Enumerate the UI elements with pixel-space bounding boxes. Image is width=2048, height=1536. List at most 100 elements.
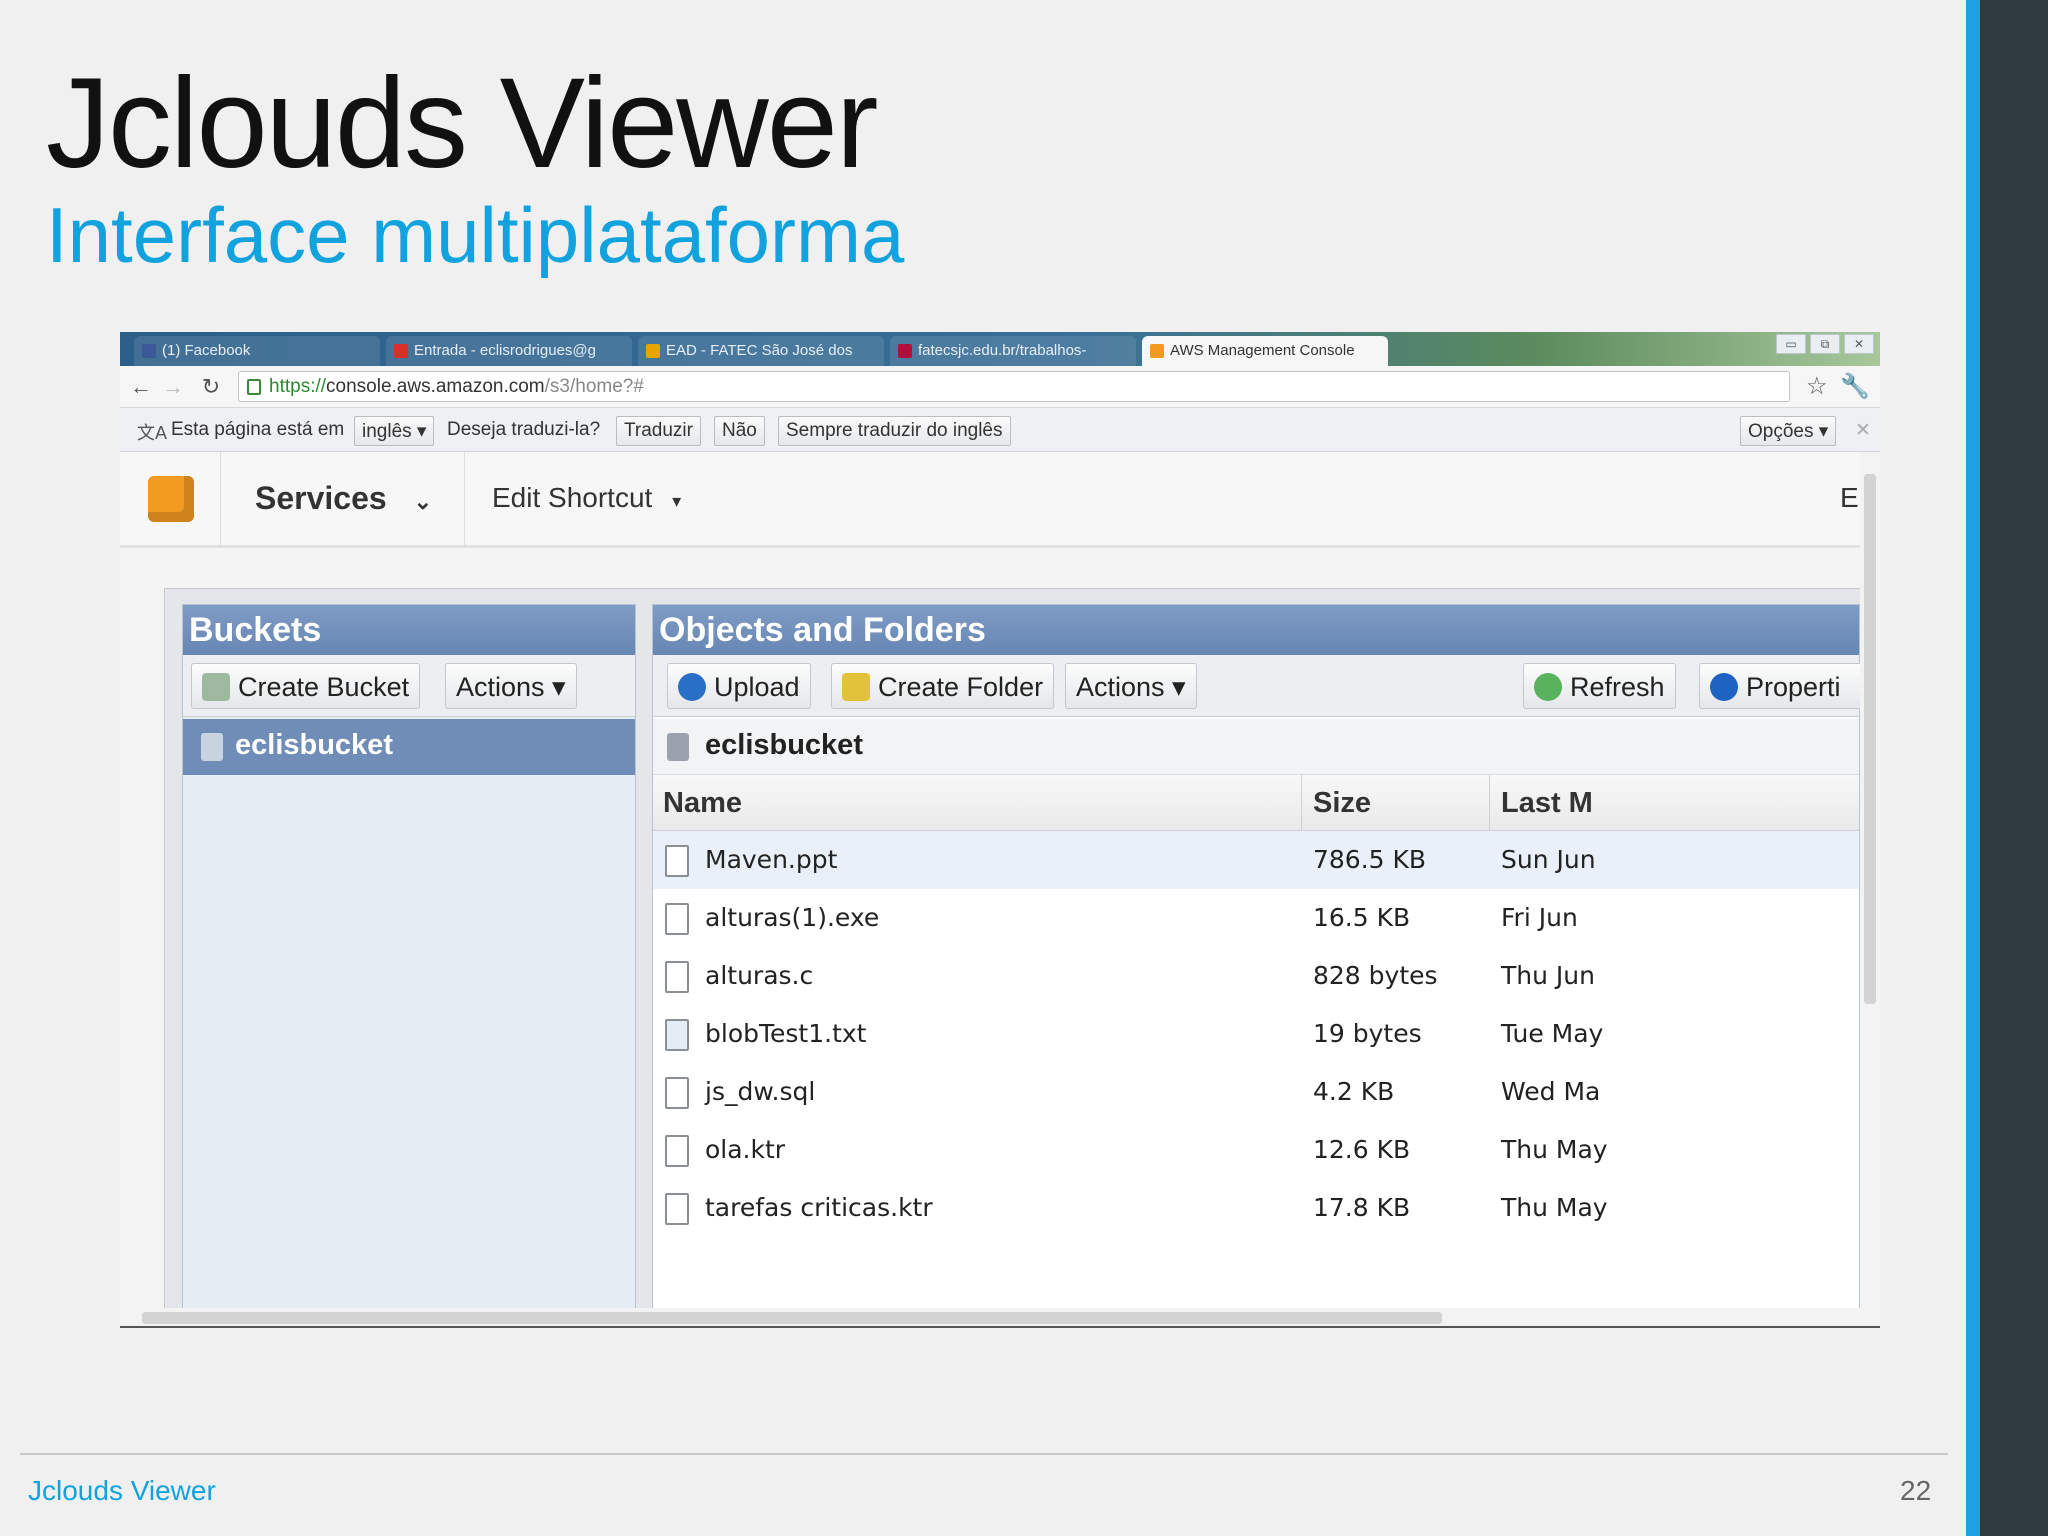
services-label: Services <box>255 480 387 516</box>
translate-button[interactable]: Traduzir <box>616 416 701 446</box>
upload-button[interactable]: Upload <box>667 663 811 709</box>
bucket-item[interactable]: eclisbucket <box>183 719 635 775</box>
tab-label: (1) Facebook <box>162 342 251 359</box>
create-folder-label: Create Folder <box>878 672 1044 702</box>
file-name: Maven.ppt <box>705 845 838 874</box>
horizontal-scrollbar[interactable] <box>120 1308 1880 1326</box>
refresh-icon <box>1534 673 1562 701</box>
tab-aws-console[interactable]: AWS Management Console <box>1142 336 1388 366</box>
create-bucket-icon <box>202 673 230 701</box>
properties-button[interactable]: Properti <box>1699 663 1869 709</box>
slide-subtitle: Interface multiplataforma <box>46 191 905 279</box>
url-host: console.aws.amazon.com <box>326 376 545 397</box>
vertical-scrollbar[interactable] <box>1860 452 1880 1308</box>
file-size: 12.6 KB <box>1313 1135 1411 1164</box>
minimize-icon[interactable]: ▭ <box>1776 334 1806 354</box>
table-row[interactable]: ola.ktr 12.6 KB Thu May <box>653 1121 1859 1179</box>
chevron-down-icon: ⌄ <box>413 489 432 514</box>
star-icon[interactable]: ☆ <box>1806 372 1828 401</box>
aws-header: Services ⌄ Edit Shortcut ▾ E <box>120 452 1860 548</box>
folder-icon <box>842 673 870 701</box>
column-divider <box>1301 775 1302 831</box>
object-actions-button[interactable]: Actions ▾ <box>1065 663 1197 709</box>
gmail-icon <box>394 344 408 358</box>
page-number: 22 <box>1900 1475 1932 1506</box>
column-size[interactable]: Size <box>1313 787 1371 820</box>
create-bucket-label: Create Bucket <box>238 672 410 702</box>
forward-icon[interactable]: → <box>160 374 186 400</box>
file-icon <box>665 845 689 877</box>
bucket-icon <box>201 733 223 761</box>
refresh-button[interactable]: Refresh <box>1523 663 1676 709</box>
language-select[interactable]: inglês ▾ <box>354 416 435 446</box>
file-icon <box>665 903 689 935</box>
aws-icon <box>1150 344 1164 358</box>
info-icon <box>1710 673 1738 701</box>
column-name[interactable]: Name <box>663 787 742 820</box>
text-file-icon <box>665 1019 689 1051</box>
table-row[interactable]: blobTest1.txt 19 bytes Tue May <box>653 1005 1859 1063</box>
fatec-icon <box>898 344 912 358</box>
table-row[interactable]: alturas(1).exe 16.5 KB Fri Jun <box>653 889 1859 947</box>
file-name: alturas(1).exe <box>705 903 880 932</box>
tab-facebook[interactable]: (1) Facebook <box>134 336 380 366</box>
header-divider <box>464 452 465 548</box>
wrench-icon[interactable]: 🔧 <box>1840 372 1870 401</box>
buckets-header: Buckets <box>183 605 635 655</box>
tab-label: fatecsjc.edu.br/trabalhos- <box>918 342 1087 359</box>
table-row[interactable]: alturas.c 828 bytes Thu Jun <box>653 947 1859 1005</box>
options-button[interactable]: Opções ▾ <box>1740 416 1837 446</box>
maximize-icon[interactable]: ⧉ <box>1810 334 1840 354</box>
file-date: Thu May <box>1501 1193 1608 1222</box>
aws-logo-icon[interactable] <box>148 476 194 522</box>
refresh-label: Refresh <box>1570 672 1665 702</box>
services-menu[interactable]: Services ⌄ <box>255 480 432 517</box>
table-row[interactable]: Maven.ppt 786.5 KB Sun Jun <box>653 831 1859 889</box>
back-icon[interactable]: ← <box>128 374 154 400</box>
browser-tab-bar: (1) Facebook Entrada - eclisrodrigues@g … <box>120 332 1880 366</box>
close-icon[interactable]: ✕ <box>1848 416 1878 446</box>
file-size: 786.5 KB <box>1313 845 1427 874</box>
table-row[interactable]: js_dw.sql 4.2 KB Wed Ma <box>653 1063 1859 1121</box>
always-translate-button[interactable]: Sempre traduzir do inglês <box>778 416 1011 446</box>
file-date: Wed Ma <box>1501 1077 1601 1106</box>
close-icon[interactable]: ✕ <box>1844 334 1874 354</box>
lock-icon <box>247 379 261 395</box>
file-date: Thu May <box>1501 1135 1608 1164</box>
tab-gmail[interactable]: Entrada - eclisrodrigues@g <box>386 336 632 366</box>
caret-down-icon: ▾ <box>672 491 682 511</box>
file-icon <box>665 961 689 993</box>
create-bucket-button[interactable]: Create Bucket <box>191 663 421 709</box>
buckets-panel: Buckets Create Bucket Actions ▾ eclisbuc… <box>182 604 636 1312</box>
tab-label: Entrada - eclisrodrigues@g <box>414 342 596 359</box>
reload-icon[interactable]: ↻ <box>198 374 224 400</box>
vertical-scroll-thumb[interactable] <box>1864 474 1876 1004</box>
file-size: 19 bytes <box>1313 1019 1422 1048</box>
address-bar[interactable]: https://console.aws.amazon.com/s3/home?# <box>238 371 1790 402</box>
translate-prefix: Esta página está em <box>171 419 345 440</box>
create-folder-button[interactable]: Create Folder <box>831 663 1055 709</box>
file-name: js_dw.sql <box>705 1077 816 1106</box>
horizontal-scroll-thumb[interactable] <box>142 1312 1442 1324</box>
tab-fatecsjc[interactable]: fatecsjc.edu.br/trabalhos- <box>890 336 1136 366</box>
table-row[interactable]: tarefas criticas.ktr 17.8 KB Thu May <box>653 1179 1859 1237</box>
column-last-modified[interactable]: Last M <box>1501 787 1593 820</box>
header-divider <box>220 452 221 548</box>
file-name: blobTest1.txt <box>705 1019 867 1048</box>
no-translate-button[interactable]: Não <box>714 416 765 446</box>
footer-divider <box>20 1453 1948 1455</box>
translate-icon: 文A <box>137 423 168 443</box>
file-icon <box>665 1135 689 1167</box>
file-size: 17.8 KB <box>1313 1193 1411 1222</box>
objects-table-header: Name Size Last M <box>653 775 1859 831</box>
tab-label: AWS Management Console <box>1170 342 1355 359</box>
file-date: Sun Jun <box>1501 845 1596 874</box>
objects-header: Objects and Folders <box>653 605 1859 655</box>
upload-icon <box>678 673 706 701</box>
edit-shortcut-label: Edit Shortcut <box>492 482 653 513</box>
edit-shortcut-menu[interactable]: Edit Shortcut ▾ <box>492 482 681 514</box>
bucket-actions-button[interactable]: Actions ▾ <box>445 663 577 709</box>
upload-label: Upload <box>714 672 800 702</box>
header-right-truncated[interactable]: E <box>1840 482 1859 514</box>
tab-ead-fatec[interactable]: EAD - FATEC São José dos <box>638 336 884 366</box>
